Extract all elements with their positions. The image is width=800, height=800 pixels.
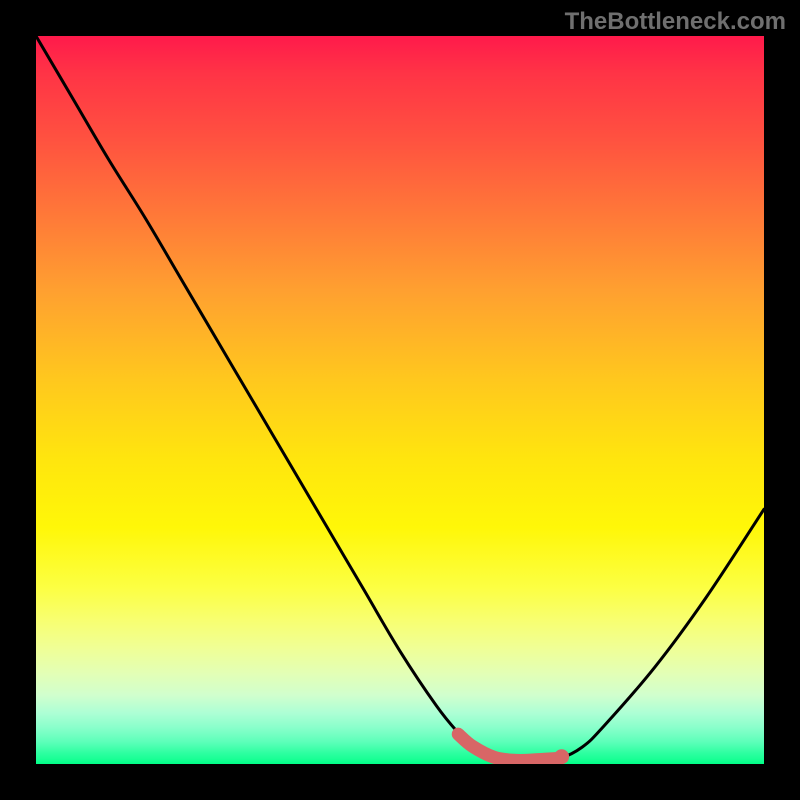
curve-layer xyxy=(36,36,764,764)
plot-area xyxy=(36,36,764,764)
watermark-text: TheBottleneck.com xyxy=(565,8,786,36)
bottleneck-dot xyxy=(554,749,569,764)
bottleneck-highlight xyxy=(458,734,556,760)
bottleneck-curve xyxy=(36,36,764,760)
chart-container: TheBottleneck.com xyxy=(0,0,800,800)
